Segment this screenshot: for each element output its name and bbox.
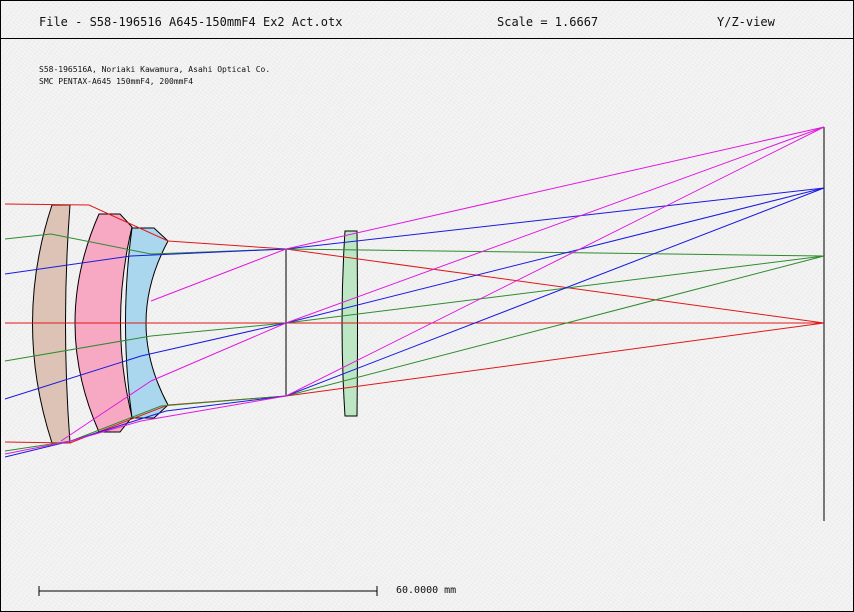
diagram-frame: File - S58-196516 A645-150mmF4 Ex2 Act.o… xyxy=(0,0,854,612)
scale-bar-label: 60.0000 mm xyxy=(396,585,457,596)
lens-element-1 xyxy=(32,204,71,444)
lens-layout-svg xyxy=(4,126,825,596)
scale-bar xyxy=(38,586,378,596)
ray-edge-upper xyxy=(150,126,825,302)
